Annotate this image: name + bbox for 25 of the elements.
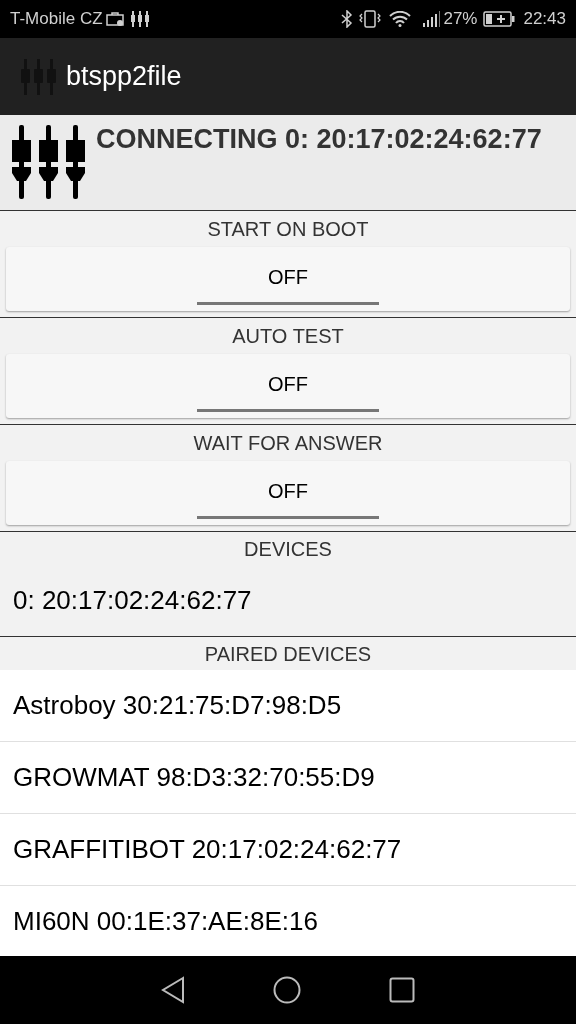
toggle-button[interactable]: OFF [6,461,570,525]
app-title: btspp2file [66,60,182,94]
back-icon[interactable] [161,976,185,1004]
battery-percent: 27% [443,8,478,31]
plugs-icon [130,11,151,27]
section-label: WAIT FOR ANSWER [193,431,383,456]
carrier-name: T-Mobile CZ [10,8,103,31]
toggle-button[interactable]: OFF [6,354,570,418]
recents-icon[interactable] [389,977,415,1003]
bluetooth-icon [341,10,354,28]
vibrate-icon [359,10,382,28]
section-label: PAIRED DEVICES [204,641,372,667]
section-label: DEVICES [244,536,332,562]
device-item[interactable]: 0: 20:17:02:24:62:77 [0,565,576,637]
connection-status: CONNECTING 0: 20:17:02:24:62:77 [96,123,542,156]
briefcase-icon [104,11,125,27]
clock-time: 22:43 [523,8,566,31]
toggle-button[interactable]: OFF [6,247,570,311]
home-icon[interactable] [273,976,301,1004]
battery-icon [483,11,516,27]
plugs-icon [10,123,88,201]
signal-icon [423,11,442,27]
wifi-icon [389,11,412,27]
section-label: START ON BOOT [207,217,369,242]
section-label: AUTO TEST [232,324,344,349]
